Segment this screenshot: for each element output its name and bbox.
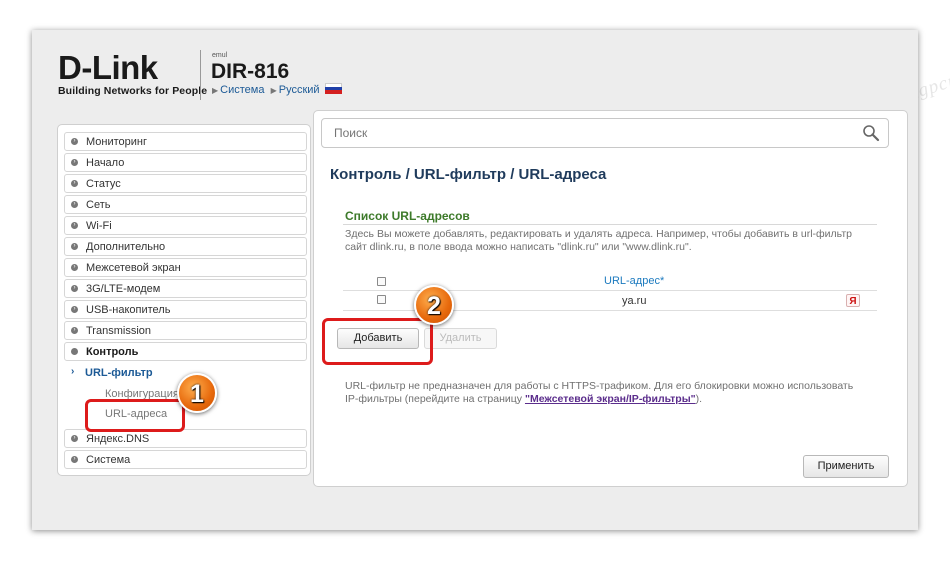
- language-link[interactable]: Русский: [279, 84, 320, 96]
- expand-icon: ›: [71, 456, 78, 463]
- expand-icon: ›: [71, 435, 78, 442]
- expand-icon: ›: [71, 159, 78, 166]
- collapse-icon: ˇ: [71, 348, 78, 355]
- url-cell[interactable]: ya.ru: [622, 295, 646, 307]
- sidebar-item-label: Мониторинг: [86, 136, 148, 148]
- sidebar-item-transmission[interactable]: › Transmission: [64, 321, 307, 340]
- search-icon[interactable]: [862, 124, 880, 142]
- sidebar-item-label: Контроль: [86, 346, 139, 358]
- yandex-icon: Я: [846, 294, 860, 307]
- sidebar-item-firewall[interactable]: › Межсетевой экран: [64, 258, 307, 277]
- https-note: URL-фильтр не предназначен для работы с …: [345, 380, 865, 405]
- sidebar-item-status[interactable]: › Статус: [64, 174, 307, 193]
- arrow-right-icon: ▶: [212, 86, 219, 95]
- step-1-badge: 1: [177, 373, 217, 413]
- highlight-url-addresses: [85, 399, 185, 432]
- apply-button[interactable]: Применить: [803, 455, 889, 478]
- delete-button[interactable]: Удалить: [424, 328, 497, 349]
- sidebar-item-label: Дополнительно: [86, 241, 166, 253]
- system-link[interactable]: Система: [220, 84, 264, 96]
- section-description: Здесь Вы можете добавлять, редактировать…: [345, 228, 852, 253]
- expand-icon: ›: [71, 180, 78, 187]
- sidebar-item-label: USB-накопитель: [86, 304, 171, 316]
- sidebar-item-label: Начало: [86, 157, 125, 169]
- sidebar-item-label: Transmission: [86, 325, 151, 337]
- sidebar-item-label: Межсетевой экран: [86, 262, 181, 274]
- header-links: ▶ Система ▶ Русский: [212, 83, 342, 96]
- sidebar-item-advanced[interactable]: › Дополнительно: [64, 237, 307, 256]
- sidebar-item-label: 3G/LTE-модем: [86, 283, 161, 295]
- select-all-checkbox[interactable]: [377, 277, 386, 286]
- section-divider: [343, 224, 877, 225]
- sidebar-item-label: Сеть: [86, 199, 111, 211]
- column-header-url: URL-адрес*: [604, 275, 665, 287]
- sidebar-item-3g-lte[interactable]: › 3G/LTE-модем: [64, 279, 307, 298]
- firewall-ip-filters-link[interactable]: "Межсетевой экран/IP-фильтры": [525, 393, 696, 405]
- russian-flag-icon[interactable]: [324, 83, 342, 94]
- logo-tagline: Building Networks for People: [58, 85, 208, 97]
- expand-icon: ›: [71, 222, 78, 229]
- arrow-right-icon: ▶: [270, 86, 277, 95]
- step-2-badge: 2: [414, 285, 454, 325]
- emul-label: emul: [212, 52, 228, 59]
- logo-text: D-Link: [58, 49, 158, 86]
- sidebar-item-monitoring[interactable]: › Мониторинг: [64, 132, 307, 151]
- page-title: Контроль / URL-фильтр / URL-адреса: [330, 166, 607, 183]
- sidebar-subitem-url-filter[interactable]: URL-фильтр: [85, 367, 153, 379]
- expand-icon: ›: [71, 264, 78, 271]
- sidebar-item-label: Статус: [86, 178, 121, 190]
- sidebar-item-wifi[interactable]: › Wi-Fi: [64, 216, 307, 235]
- sidebar-item-network[interactable]: › Сеть: [64, 195, 307, 214]
- expand-icon: ›: [71, 201, 78, 208]
- search-input[interactable]: [321, 118, 889, 148]
- chevron-right-icon: ›: [71, 366, 75, 377]
- expand-icon: ›: [71, 138, 78, 145]
- sidebar-item-label: Яндекс.DNS: [86, 433, 150, 445]
- sidebar-item-usb[interactable]: › USB-накопитель: [64, 300, 307, 319]
- section-title: Список URL-адресов: [345, 209, 470, 223]
- expand-icon: ›: [71, 306, 78, 313]
- model-name: DIR-816: [211, 60, 290, 83]
- header-divider: [200, 50, 201, 100]
- sidebar-item-system[interactable]: › Система: [64, 450, 307, 469]
- sidebar-item-start[interactable]: › Начало: [64, 153, 307, 172]
- dlink-logo: D-Link Building Networks for People: [58, 49, 208, 97]
- row-checkbox[interactable]: [377, 295, 386, 304]
- expand-icon: ›: [71, 327, 78, 334]
- highlight-add-button: [322, 318, 433, 365]
- sidebar-item-label: Wi-Fi: [86, 220, 112, 232]
- sidebar-item-control[interactable]: ˇ Контроль: [64, 342, 307, 361]
- sidebar-item-label: Система: [86, 454, 131, 466]
- note-end: ).: [695, 392, 703, 405]
- expand-icon: ›: [71, 285, 78, 292]
- expand-icon: ›: [71, 243, 78, 250]
